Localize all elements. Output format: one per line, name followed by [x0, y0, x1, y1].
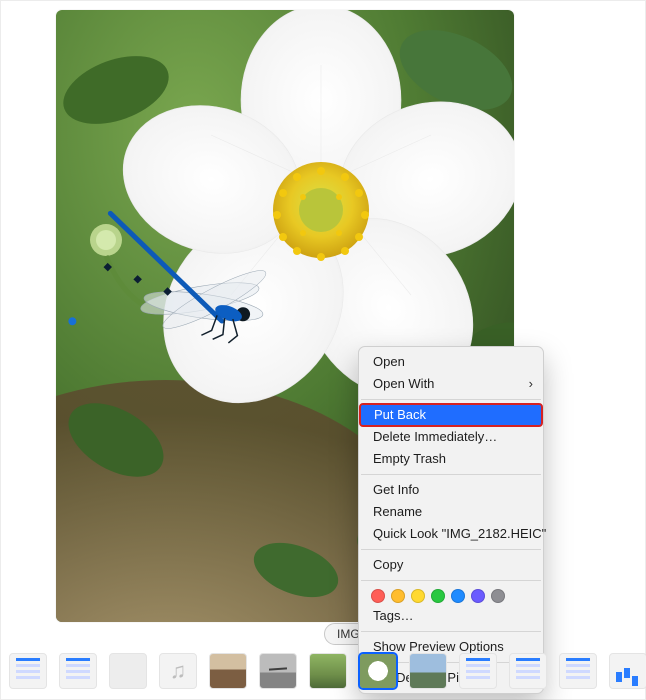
menu-tags-label: Tags…	[373, 608, 413, 623]
chevron-right-icon: ›	[529, 376, 533, 392]
tag-color-row	[359, 585, 543, 605]
menu-delete-immediately[interactable]: Delete Immediately…	[359, 426, 543, 448]
menu-open-with[interactable]: Open With ›	[359, 373, 543, 395]
menu-copy[interactable]: Copy	[359, 554, 543, 576]
thumbnail-item[interactable]	[559, 653, 597, 689]
menu-tags[interactable]: Tags…	[359, 605, 543, 627]
thumbnail-item[interactable]	[109, 653, 147, 689]
menu-get-info[interactable]: Get Info	[359, 479, 543, 501]
tag-gray[interactable]	[491, 589, 505, 603]
thumbnail-item[interactable]	[509, 653, 547, 689]
tag-orange[interactable]	[391, 589, 405, 603]
menu-rename-label: Rename	[373, 504, 422, 519]
menu-get-info-label: Get Info	[373, 482, 419, 497]
menu-separator	[361, 549, 541, 550]
thumbnail-strip: ♫	[9, 651, 637, 691]
thumbnail-item[interactable]	[409, 653, 447, 689]
thumbnail-item[interactable]	[609, 653, 646, 689]
thumbnail-item[interactable]	[259, 653, 297, 689]
menu-separator	[361, 631, 541, 632]
tag-purple[interactable]	[471, 589, 485, 603]
tag-red[interactable]	[371, 589, 385, 603]
menu-copy-label: Copy	[373, 557, 403, 572]
menu-separator	[361, 580, 541, 581]
menu-open-with-label: Open With	[373, 376, 434, 391]
context-menu: Open Open With › Put Back Delete Immedia…	[358, 346, 544, 694]
thumbnail-item[interactable]	[59, 653, 97, 689]
menu-separator	[361, 399, 541, 400]
menu-rename[interactable]: Rename	[359, 501, 543, 523]
menu-quick-look[interactable]: Quick Look "IMG_2182.HEIC"	[359, 523, 543, 545]
tag-blue[interactable]	[451, 589, 465, 603]
menu-empty-trash[interactable]: Empty Trash	[359, 448, 543, 470]
thumbnail-item[interactable]	[209, 653, 247, 689]
menu-empty-trash-label: Empty Trash	[373, 451, 446, 466]
menu-put-back[interactable]: Put Back	[360, 404, 542, 426]
menu-open-label: Open	[373, 354, 405, 369]
menu-delete-immediately-label: Delete Immediately…	[373, 429, 497, 444]
music-icon: ♫	[170, 658, 187, 684]
thumbnail-item[interactable]	[459, 653, 497, 689]
thumbnail-item[interactable]: ♫	[159, 653, 197, 689]
thumbnail-item-selected[interactable]	[359, 653, 397, 689]
thumbnail-item[interactable]	[9, 653, 47, 689]
tag-yellow[interactable]	[411, 589, 425, 603]
tag-green[interactable]	[431, 589, 445, 603]
thumbnail-item[interactable]	[309, 653, 347, 689]
menu-separator	[361, 474, 541, 475]
menu-open[interactable]: Open	[359, 351, 543, 373]
menu-put-back-label: Put Back	[374, 407, 426, 422]
menu-quick-look-label: Quick Look "IMG_2182.HEIC"	[373, 526, 546, 541]
